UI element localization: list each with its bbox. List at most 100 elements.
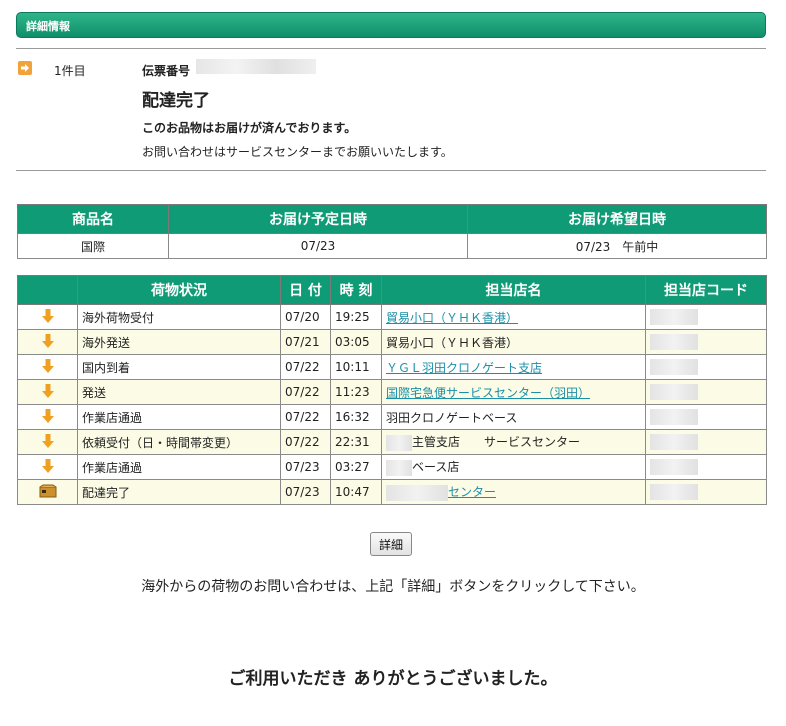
- store-link[interactable]: 貿易小口（ＹＨＫ香港）: [386, 311, 518, 325]
- row-time: 03:27: [330, 454, 382, 480]
- store-code-redacted: [650, 459, 698, 475]
- row-time: 16:32: [330, 404, 382, 430]
- row-status: 配達完了: [77, 479, 281, 505]
- row-store: ＹＧＬ羽田クロノゲート支店: [381, 354, 646, 380]
- row-status: 海外発送: [77, 329, 281, 355]
- delivery-table: 商品名 お届け予定日時 お届け希望日時 国際 07/23 07/23 午前中: [17, 204, 767, 259]
- row-date: 07/22: [280, 379, 331, 405]
- section-title: 詳細情報: [26, 20, 70, 33]
- table-row: 発送 07/22 11:23 国際宅急便サービスセンター（羽田）: [17, 379, 767, 405]
- delivered-box-icon: [17, 479, 78, 505]
- store-code-redacted: [650, 334, 698, 350]
- row-time: 19:25: [330, 304, 382, 330]
- table-row: 国内到着 07/22 10:11 ＹＧＬ羽田クロノゲート支店: [17, 354, 767, 380]
- thanks-message: ご利用いただき ありがとうございました。: [228, 669, 558, 689]
- col-header-product: 商品名: [17, 204, 169, 234]
- col-header-store-code: 担当店コード: [645, 275, 767, 305]
- row-date: 07/22: [280, 429, 331, 455]
- row-time: 10:47: [330, 479, 382, 505]
- row-store-code: [645, 304, 767, 330]
- row-store-code: [645, 454, 767, 480]
- divider: [16, 170, 766, 171]
- store-name-redacted: [386, 484, 448, 501]
- row-time: 22:31: [330, 429, 382, 455]
- row-status: 作業店通過: [77, 404, 281, 430]
- down-arrow-icon: [17, 429, 78, 455]
- section-header: 詳細情報: [16, 12, 766, 38]
- status-message-bold: このお品物はお届けが済んでおります。: [142, 121, 357, 135]
- row-store: 羽田クロノゲートベース: [381, 404, 646, 430]
- store-link[interactable]: センター: [448, 485, 496, 499]
- col-header-date: 日 付: [280, 275, 331, 305]
- table-row: 配達完了 07/23 10:47 センター: [17, 479, 767, 505]
- col-header-status: 荷物状況: [77, 275, 281, 305]
- tracking-number-redacted: [196, 59, 316, 74]
- row-store-text: 主管支店 サービスセンター: [412, 435, 581, 450]
- product-name: 国際: [17, 233, 169, 259]
- row-date: 07/23: [280, 454, 331, 480]
- row-store-code: [645, 404, 767, 430]
- row-store: ベース店: [381, 454, 646, 480]
- footer-note: 海外からの荷物のお問い合わせは、上記「詳細」ボタンをクリックして下さい。: [141, 579, 645, 595]
- row-store-code: [645, 479, 767, 505]
- detail-button[interactable]: 詳細: [370, 532, 412, 556]
- store-code-redacted: [650, 409, 698, 425]
- row-store: 貿易小口（ＹＨＫ香港）: [381, 329, 646, 355]
- divider: [16, 48, 766, 49]
- down-arrow-icon: [17, 454, 78, 480]
- row-store-code: [645, 429, 767, 455]
- row-date: 07/23: [280, 479, 331, 505]
- row-status: 海外荷物受付: [77, 304, 281, 330]
- requested-date: 07/23 午前中: [467, 233, 767, 259]
- row-time: 03:05: [330, 329, 382, 355]
- row-status: 作業店通過: [77, 454, 281, 480]
- row-store-code: [645, 329, 767, 355]
- row-time: 11:23: [330, 379, 382, 405]
- row-date: 07/22: [280, 404, 331, 430]
- table-row: 作業店通過 07/22 16:32 羽田クロノゲートベース: [17, 404, 767, 430]
- arrow-right-icon: [18, 61, 32, 75]
- col-header-scheduled: お届け予定日時: [168, 204, 468, 234]
- table-row: 海外発送 07/21 03:05 貿易小口（ＹＨＫ香港）: [17, 329, 767, 355]
- row-time: 10:11: [330, 354, 382, 380]
- row-store-text: ベース店: [412, 460, 460, 475]
- status-title: 配達完了: [142, 91, 210, 111]
- tracking-table: 荷物状況 日 付 時 刻 担当店名 担当店コード 海外荷物受付 07/20 19…: [17, 275, 767, 505]
- row-date: 07/20: [280, 304, 331, 330]
- table-row: 作業店通過 07/23 03:27 ベース店: [17, 454, 767, 480]
- store-code-redacted: [650, 309, 698, 325]
- row-store-code: [645, 354, 767, 380]
- row-date: 07/22: [280, 354, 331, 380]
- row-store: 主管支店 サービスセンター: [381, 429, 646, 455]
- row-store: センター: [381, 479, 646, 505]
- down-arrow-icon: [17, 379, 78, 405]
- table-row: 海外荷物受付 07/20 19:25 貿易小口（ＹＨＫ香港）: [17, 304, 767, 330]
- col-header-store: 担当店名: [381, 275, 646, 305]
- row-store: 貿易小口（ＹＨＫ香港）: [381, 304, 646, 330]
- row-status: 国内到着: [77, 354, 281, 380]
- status-message: お問い合わせはサービスセンターまでお願いいたします。: [142, 145, 453, 159]
- row-store: 国際宅急便サービスセンター（羽田）: [381, 379, 646, 405]
- row-date: 07/21: [280, 329, 331, 355]
- store-code-redacted: [650, 434, 698, 450]
- row-status: 発送: [77, 379, 281, 405]
- row-store-code: [645, 379, 767, 405]
- store-link[interactable]: 国際宅急便サービスセンター（羽田）: [386, 386, 590, 400]
- down-arrow-icon: [17, 354, 78, 380]
- store-link[interactable]: ＹＧＬ羽田クロノゲート支店: [386, 361, 542, 375]
- store-code-redacted: [650, 359, 698, 375]
- col-header-requested: お届け希望日時: [467, 204, 767, 234]
- store-code-redacted: [650, 484, 698, 500]
- table-row: 依頼受付（日・時間帯変更） 07/22 22:31 主管支店 サービスセンター: [17, 429, 767, 455]
- item-count: 1件目: [54, 64, 86, 78]
- col-header-icon: [17, 275, 78, 305]
- tracking-number-label: 伝票番号: [142, 64, 191, 78]
- store-code-redacted: [650, 384, 698, 400]
- store-name-redacted: [386, 459, 412, 476]
- scheduled-date: 07/23: [168, 233, 468, 259]
- col-header-time: 時 刻: [330, 275, 382, 305]
- row-status: 依頼受付（日・時間帯変更）: [77, 429, 281, 455]
- store-name-redacted: [386, 434, 412, 451]
- down-arrow-icon: [17, 404, 78, 430]
- down-arrow-icon: [17, 304, 78, 330]
